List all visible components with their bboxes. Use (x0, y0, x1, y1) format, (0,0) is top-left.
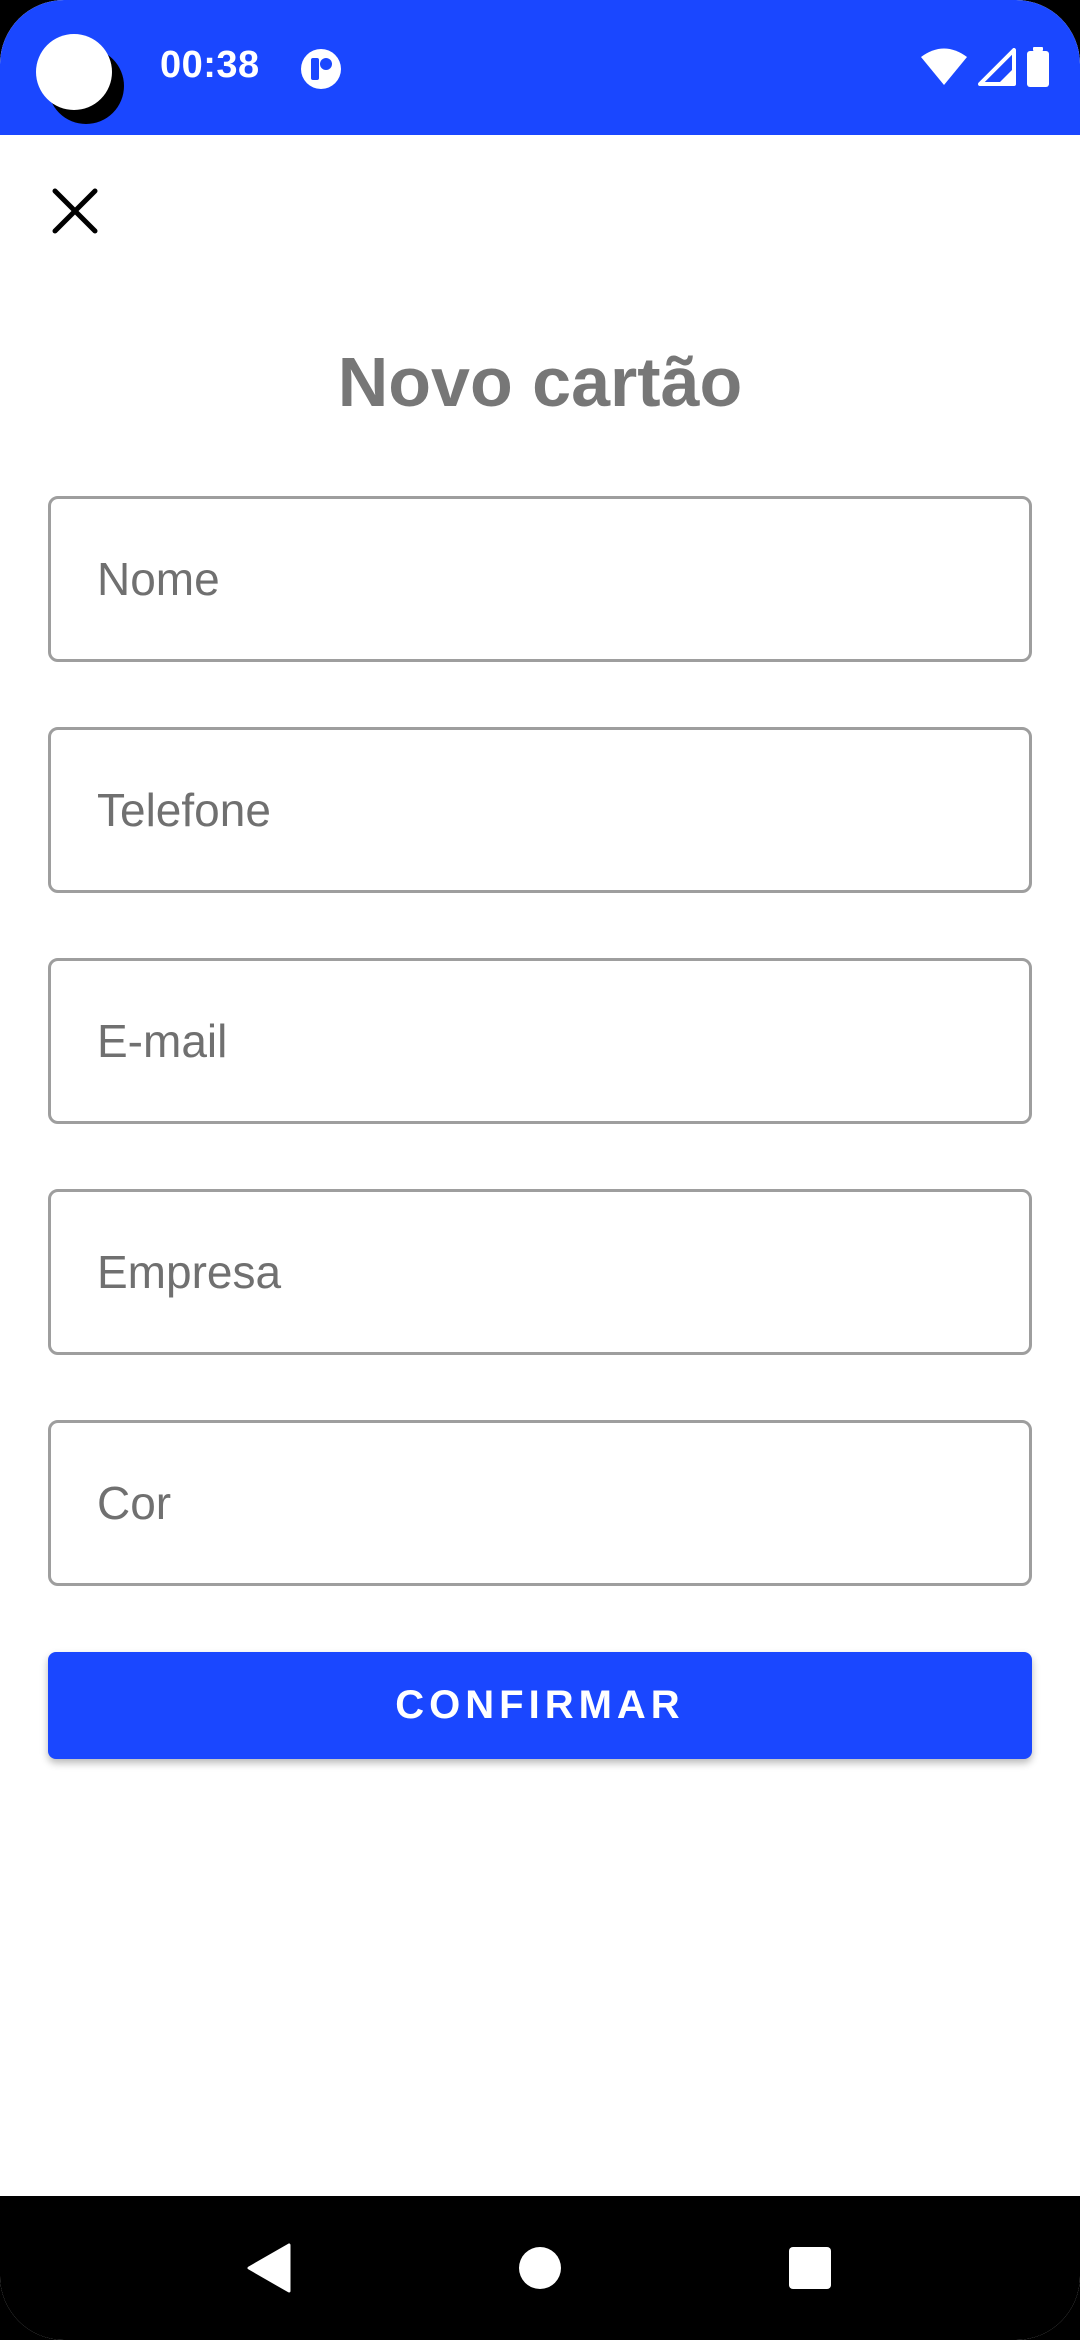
confirm-button[interactable]: CONFIRMAR (48, 1652, 1032, 1759)
battery-icon (1027, 47, 1049, 87)
telefone-input[interactable] (51, 730, 1029, 890)
telefone-field[interactable] (48, 727, 1032, 893)
app-notification-icon (301, 49, 341, 89)
empresa-input[interactable] (51, 1192, 1029, 1352)
home-icon (519, 2247, 561, 2289)
close-icon (52, 188, 98, 234)
nav-recents-button[interactable] (730, 2196, 890, 2340)
email-field[interactable] (48, 958, 1032, 1124)
status-bar: 00:38 (0, 0, 1080, 135)
recents-icon (789, 2247, 831, 2289)
navigation-bar (0, 2196, 1080, 2340)
nav-home-button[interactable] (460, 2196, 620, 2340)
cor-field[interactable] (48, 1420, 1032, 1586)
status-time: 00:38 (160, 44, 260, 86)
back-icon (247, 2243, 291, 2293)
cell-signal-icon (978, 48, 1016, 86)
page-title: Novo cartão (337, 343, 743, 421)
nome-input[interactable] (51, 499, 1029, 659)
nav-back-button[interactable] (188, 2196, 348, 2340)
status-icons (920, 46, 1050, 88)
camera-cutout (36, 34, 112, 110)
close-button[interactable] (44, 180, 106, 242)
cor-input[interactable] (51, 1423, 1029, 1583)
app-screen: 00:38 Novo cartão Nome Telefone E-mail E… (0, 0, 1080, 2340)
empresa-field[interactable] (48, 1189, 1032, 1355)
wifi-icon (921, 48, 967, 85)
nome-field[interactable] (48, 496, 1032, 662)
email-input[interactable] (51, 961, 1029, 1121)
